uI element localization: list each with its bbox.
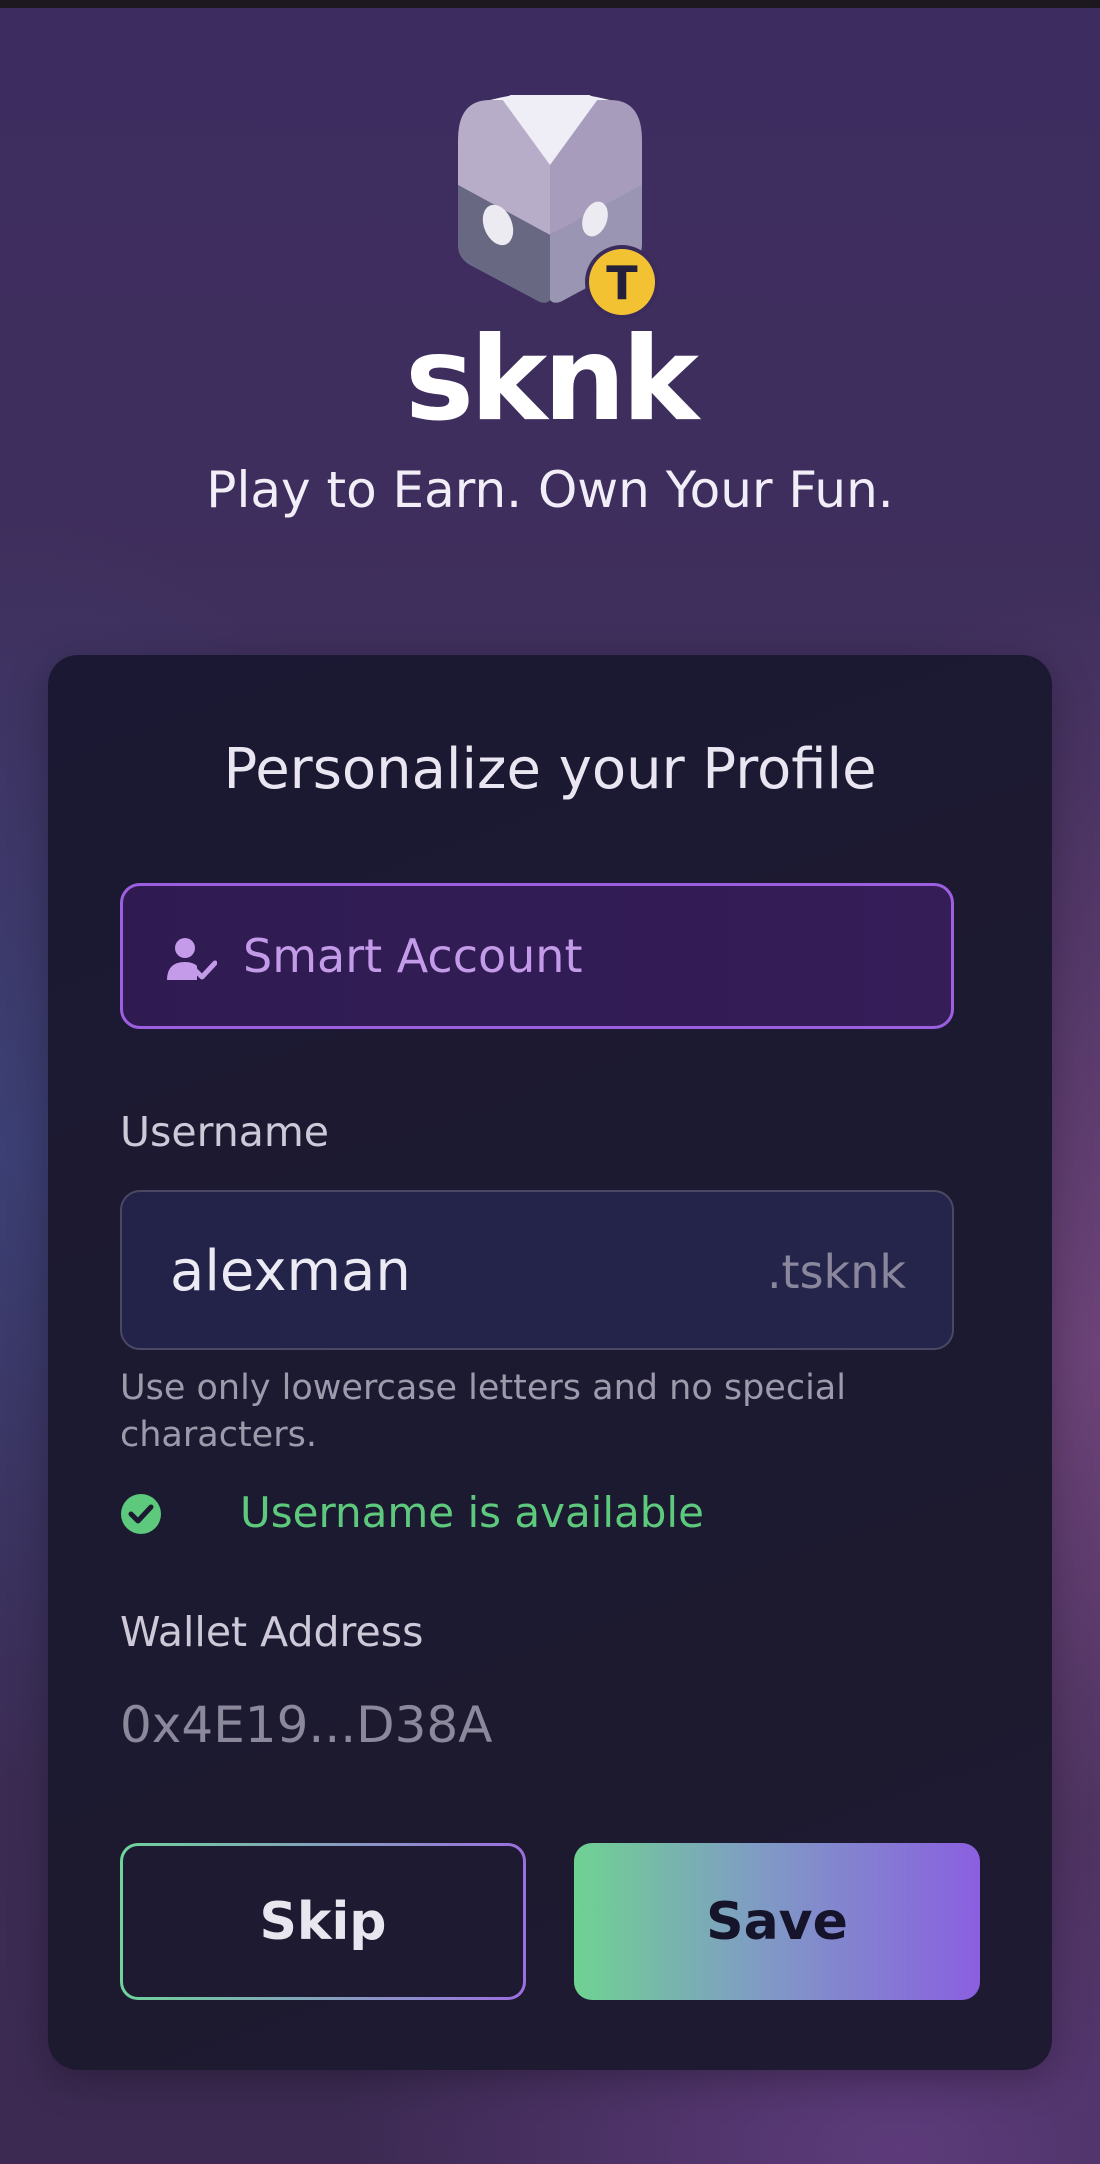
card-title: Personalize your Profile <box>223 737 877 802</box>
top-edge <box>0 0 1100 8</box>
username-hint: Use only lowercase letters and no specia… <box>120 1368 846 1455</box>
check-circle-icon <box>120 1493 162 1535</box>
username-input[interactable] <box>170 1239 730 1305</box>
wallet-address-label: Wallet Address <box>120 1608 424 1656</box>
username-status-text: Username is available <box>240 1488 704 1537</box>
username-field[interactable]: .tsknk <box>120 1190 954 1350</box>
username-label: Username <box>120 1108 330 1156</box>
tagline: Play to Earn. Own Your Fun. <box>206 461 894 519</box>
app-logo: T <box>440 95 660 325</box>
brand-name: sknk <box>405 312 699 447</box>
save-button[interactable]: Save <box>574 1843 980 2000</box>
token-badge-letter: T <box>606 256 638 310</box>
user-check-icon <box>165 936 218 982</box>
username-suffix: .tsknk <box>766 1245 906 1299</box>
smart-account-label: Smart Account <box>243 929 583 983</box>
smart-account-pill[interactable]: Smart Account <box>120 883 954 1029</box>
profile-card: Personalize your Profile Smart Account U… <box>48 655 1052 2070</box>
skip-button[interactable]: Skip <box>120 1843 526 2000</box>
wallet-address-value: 0x4E19...D38A <box>120 1696 493 1754</box>
